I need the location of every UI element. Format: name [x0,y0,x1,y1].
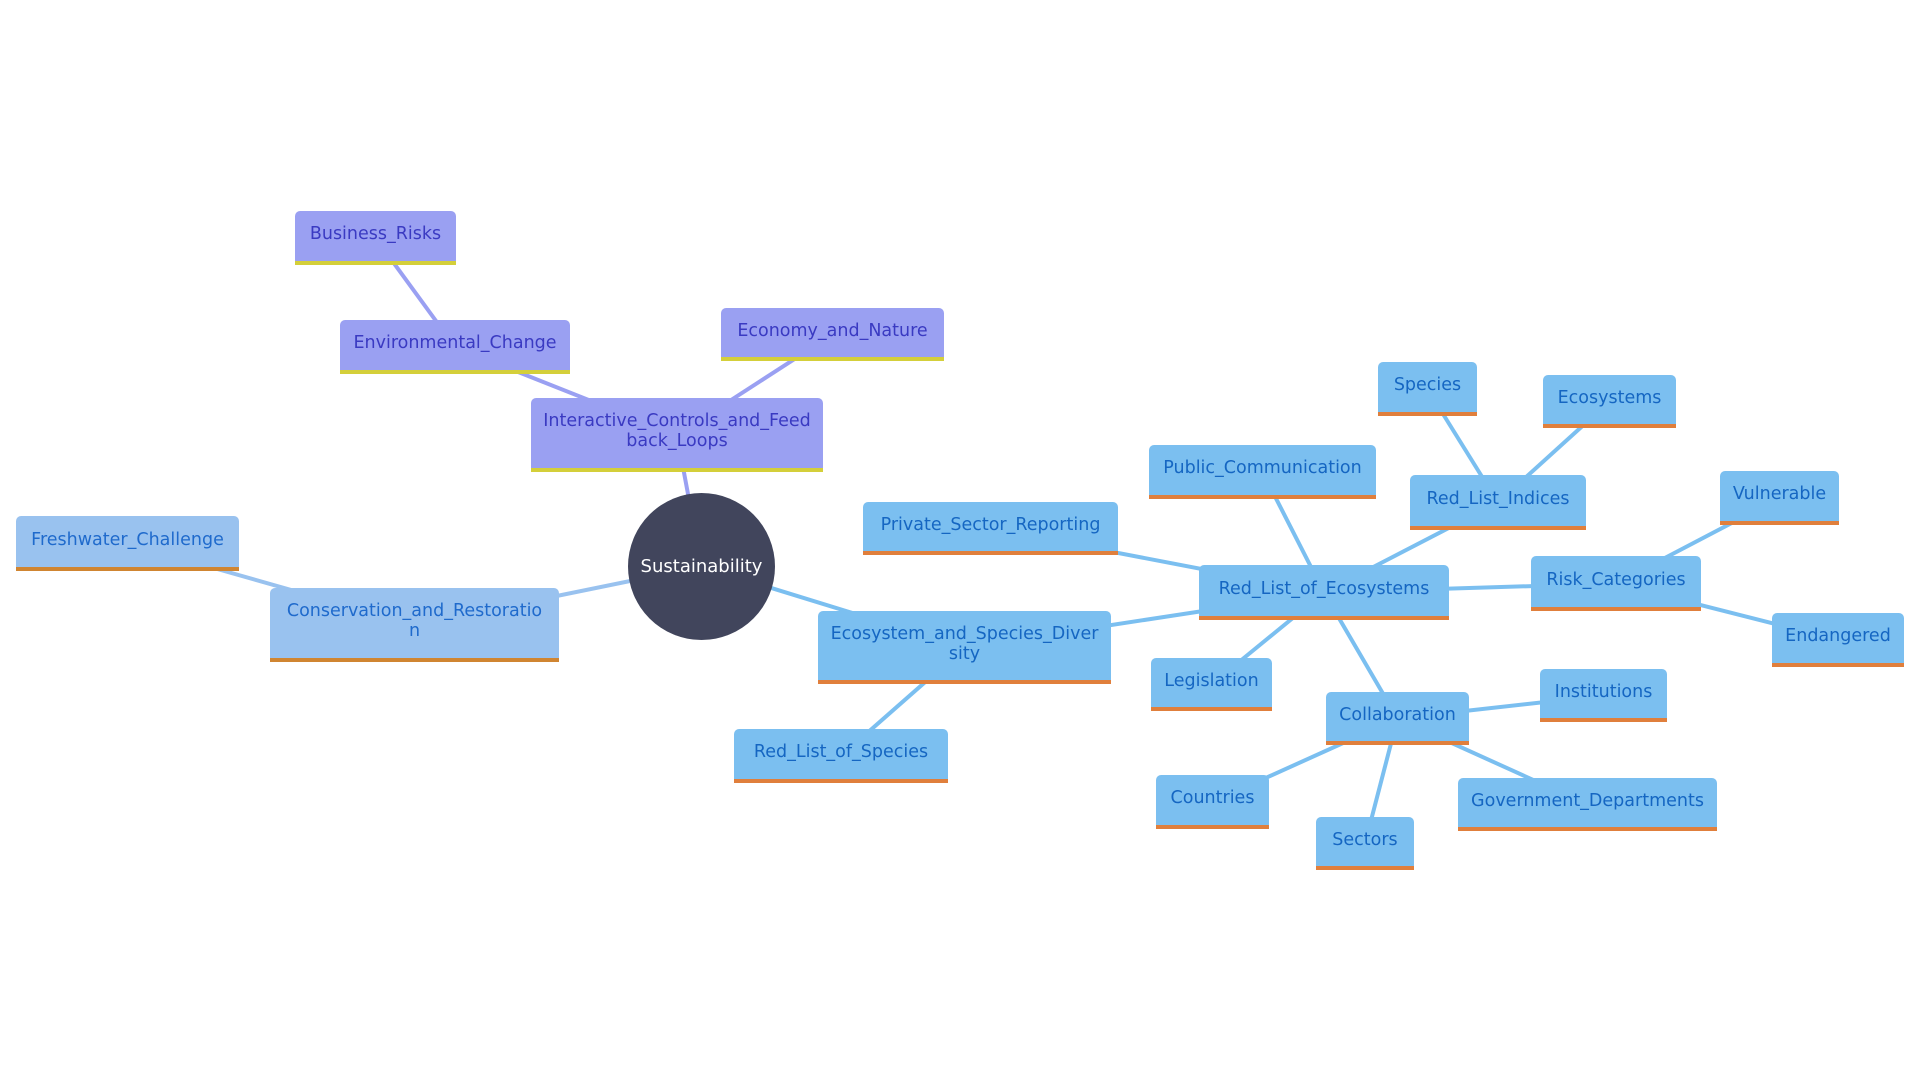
node-label: Countries [1170,788,1255,808]
node-ecosystems[interactable]: Ecosystems [1543,375,1676,428]
root-node-sustainability[interactable]: Sustainability [628,493,775,640]
node-vulnerable[interactable]: Vulnerable [1720,471,1839,525]
node-red-list-of-species[interactable]: Red_List_of_Species [734,729,948,783]
node-red-list-of-ecosystems[interactable]: Red_List_of_Ecosystems [1199,565,1449,620]
node-label: Government_Departments [1471,790,1704,811]
node-label: Sectors [1332,829,1398,850]
node-economy-and-nature[interactable]: Economy_and_Nature [721,308,944,361]
root-node-label: Sustainability [640,556,763,577]
node-countries[interactable]: Countries [1156,775,1269,829]
node-label: Species [1393,375,1462,395]
node-label: Private_Sector_Reporting [880,514,1101,535]
node-freshwater-challenge[interactable]: Freshwater_Challenge [16,516,239,571]
node-label: Ecosystems [1557,387,1662,408]
node-label: Legislation [1164,670,1259,691]
node-label: Conservation_and_Restoration [286,601,543,641]
node-label: Red_List_Indices [1426,488,1570,509]
node-sectors[interactable]: Sectors [1316,817,1414,870]
node-label: Ecosystem_and_Species_Diversity [830,623,1099,664]
node-environmental-change[interactable]: Environmental_Change [340,320,570,374]
mindmap-canvas: Sustainability Interactive_Controls_and_… [0,0,1920,1080]
node-label: Interactive_Controls_and_Feedback_Loops [543,411,811,451]
node-label: Endangered [1785,626,1891,646]
node-public-communication[interactable]: Public_Communication [1149,445,1376,499]
node-risk-categories[interactable]: Risk_Categories [1531,556,1701,611]
node-ecosystem-and-species-diversity[interactable]: Ecosystem_and_Species_Diversity [818,611,1111,684]
node-label: Collaboration [1339,704,1456,725]
node-private-sector-reporting[interactable]: Private_Sector_Reporting [863,502,1118,555]
node-endangered[interactable]: Endangered [1772,613,1904,667]
node-label: Vulnerable [1732,484,1827,504]
node-label: Red_List_of_Ecosystems [1218,578,1430,599]
node-label: Public_Communication [1163,458,1362,478]
node-label: Risk_Categories [1546,569,1686,590]
node-legislation[interactable]: Legislation [1151,658,1272,711]
node-business-risks[interactable]: Business_Risks [295,211,456,265]
node-label: Institutions [1554,681,1653,702]
node-label: Freshwater_Challenge [31,529,224,550]
node-red-list-indices[interactable]: Red_List_Indices [1410,475,1586,530]
node-conservation-and-restoration[interactable]: Conservation_and_Restoration [270,588,559,662]
node-species[interactable]: Species [1378,362,1477,416]
node-label: Business_Risks [309,224,442,244]
node-label: Red_List_of_Species [753,742,929,762]
node-interactive-controls-and-feedback-loops[interactable]: Interactive_Controls_and_Feedback_Loops [531,398,823,472]
node-label: Environmental_Change [353,333,557,353]
node-label: Economy_and_Nature [737,320,928,341]
node-collaboration[interactable]: Collaboration [1326,692,1469,745]
node-government-departments[interactable]: Government_Departments [1458,778,1717,831]
node-institutions[interactable]: Institutions [1540,669,1667,722]
